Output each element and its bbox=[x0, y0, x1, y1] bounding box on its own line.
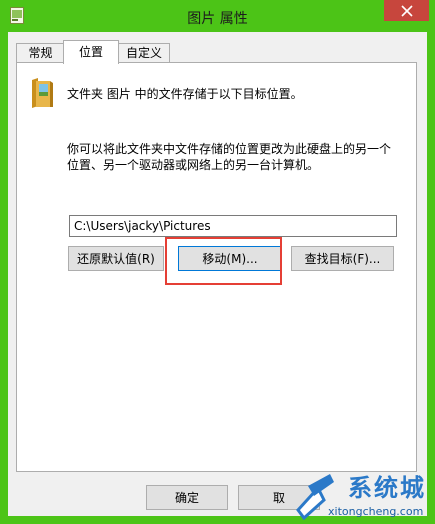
watermark-url: xitongcheng.com bbox=[328, 505, 424, 518]
move-button[interactable]: 移动(M)... bbox=[178, 246, 282, 271]
path-input[interactable] bbox=[69, 215, 397, 237]
tab-label: 位置 bbox=[78, 45, 103, 59]
tab-label: 自定义 bbox=[125, 46, 162, 60]
watermark-brand: 系统城 bbox=[348, 474, 426, 502]
tab-general[interactable]: 常规 bbox=[16, 43, 65, 63]
ok-button[interactable]: 确定 bbox=[146, 485, 228, 510]
properties-window: 图片 属性 常规 位置 自定义 文件夹 图片 中的文件存储于以下目标位置。 你可… bbox=[0, 0, 435, 524]
find-target-button[interactable]: 查找目标(F)... bbox=[291, 246, 394, 271]
window-title: 图片 属性 bbox=[187, 11, 248, 27]
move-instructions: 你可以将此文件夹中文件存储的位置更改为此硬盘上的另一个位置、另一个驱动器或网络上… bbox=[67, 142, 392, 172]
tab-customize[interactable]: 自定义 bbox=[118, 43, 170, 63]
watermark: 系统城 xitongcheng.com bbox=[290, 466, 435, 524]
tab-location[interactable]: 位置 bbox=[63, 40, 119, 64]
dialog-body: 常规 位置 自定义 文件夹 图片 中的文件存储于以下目标位置。 你可以将此文件夹… bbox=[8, 32, 427, 516]
location-description: 文件夹 图片 中的文件存储于以下目标位置。 bbox=[67, 87, 303, 101]
restore-default-button[interactable]: 还原默认值(R) bbox=[68, 246, 164, 271]
folder-icon bbox=[32, 78, 53, 108]
tab-label: 常规 bbox=[28, 46, 53, 60]
title-bar[interactable]: 图片 属性 bbox=[0, 0, 435, 32]
close-button[interactable] bbox=[384, 0, 429, 21]
close-icon bbox=[400, 4, 413, 17]
